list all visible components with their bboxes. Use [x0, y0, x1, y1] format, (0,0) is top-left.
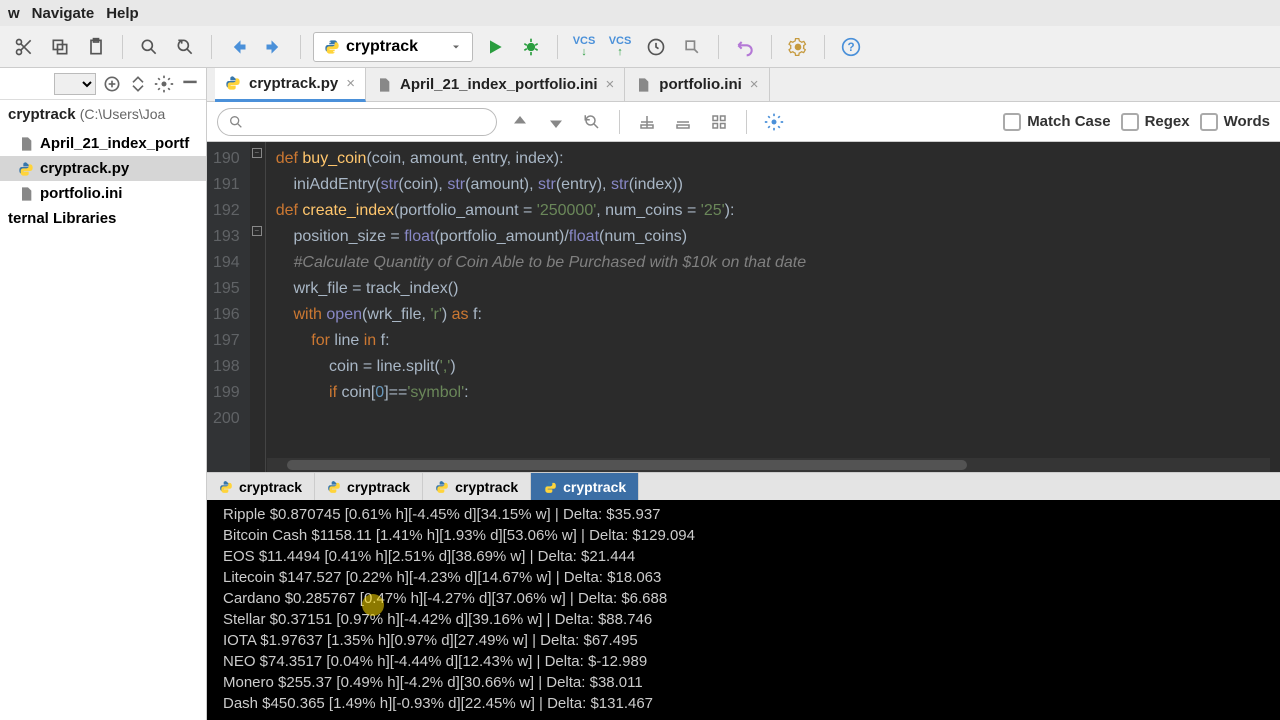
find-input[interactable] — [250, 114, 486, 130]
project-root[interactable]: cryptrack (C:\Users\Joa — [0, 100, 206, 129]
undo-icon[interactable] — [731, 33, 759, 61]
find-in-path-icon[interactable] — [579, 109, 605, 135]
run-config-selector[interactable]: cryptrack — [313, 32, 473, 62]
prev-match-icon[interactable] — [507, 109, 533, 135]
paste-icon[interactable] — [82, 33, 110, 61]
find-input-wrapper — [217, 108, 497, 136]
help-icon[interactable]: ? — [837, 33, 865, 61]
external-libraries[interactable]: ternal Libraries — [0, 206, 206, 231]
tree-item[interactable]: April_21_index_portf — [0, 131, 206, 156]
run-console[interactable]: Ripple $0.870745 [0.61% h][-4.45% d][34.… — [207, 500, 1280, 720]
vcs-history-icon[interactable] — [642, 33, 670, 61]
vcs-revert-icon[interactable] — [678, 33, 706, 61]
tab-cryptrack[interactable]: cryptrack.py × — [215, 68, 366, 102]
menu-window[interactable]: w — [8, 5, 20, 22]
close-icon[interactable]: × — [606, 76, 615, 93]
code-editor[interactable]: 190191192193194195196197198199200 − − de… — [207, 142, 1280, 472]
find-icon[interactable] — [135, 33, 163, 61]
find-settings-icon[interactable] — [761, 109, 787, 135]
vcs-commit-icon[interactable]: VCS↑ — [606, 33, 634, 61]
editor-tabs: cryptrack.py × April_21_index_portfolio.… — [207, 68, 1280, 102]
hide-panel-icon[interactable] — [180, 74, 200, 94]
run-icon[interactable] — [481, 33, 509, 61]
add-selection-icon[interactable] — [634, 109, 660, 135]
match-case-checkbox[interactable]: Match Case — [1003, 113, 1110, 131]
tab-portfolio[interactable]: portfolio.ini × — [625, 68, 769, 102]
tree-item[interactable]: cryptrack.py — [0, 156, 206, 181]
menu-help[interactable]: Help — [106, 5, 139, 22]
find-bar: Match Case Regex Words — [207, 102, 1280, 142]
regex-checkbox[interactable]: Regex — [1121, 113, 1190, 131]
back-icon[interactable] — [224, 33, 252, 61]
search-icon — [228, 114, 244, 130]
project-scope-select[interactable] — [54, 73, 96, 95]
replace-icon[interactable] — [171, 33, 199, 61]
run-tab[interactable]: cryptrack — [207, 473, 315, 500]
menu-bar: w Navigate Help — [0, 0, 1280, 26]
copy-icon[interactable] — [46, 33, 74, 61]
collapse-icon[interactable] — [128, 74, 148, 94]
close-icon[interactable]: × — [750, 76, 759, 93]
main-toolbar: cryptrack VCS↓ VCS↑ ? — [0, 26, 1280, 68]
menu-navigate[interactable]: Navigate — [32, 5, 95, 22]
debug-icon[interactable] — [517, 33, 545, 61]
vcs-update-icon[interactable]: VCS↓ — [570, 33, 598, 61]
editor-hscrollbar[interactable] — [267, 458, 1270, 472]
gear-icon[interactable] — [154, 74, 174, 94]
cut-icon[interactable] — [10, 33, 38, 61]
run-config-label: cryptrack — [346, 38, 418, 56]
expand-icon[interactable] — [102, 74, 122, 94]
project-panel: cryptrack (C:\Users\Joa April_21_index_p… — [0, 68, 207, 720]
settings-icon[interactable] — [784, 33, 812, 61]
project-tree: April_21_index_portf cryptrack.py portfo… — [0, 129, 206, 233]
select-all-icon[interactable] — [706, 109, 732, 135]
close-icon[interactable]: × — [346, 75, 355, 92]
words-checkbox[interactable]: Words — [1200, 113, 1270, 131]
forward-icon[interactable] — [260, 33, 288, 61]
svg-text:?: ? — [847, 41, 854, 54]
project-panel-toolbar — [0, 68, 206, 100]
next-match-icon[interactable] — [543, 109, 569, 135]
run-tab[interactable]: cryptrack — [423, 473, 531, 500]
run-tab[interactable]: cryptrack — [315, 473, 423, 500]
line-gutter: 190191192193194195196197198199200 — [207, 142, 250, 472]
fold-gutter[interactable]: − − — [250, 142, 266, 472]
tab-april21[interactable]: April_21_index_portfolio.ini × — [366, 68, 625, 102]
run-tab[interactable]: cryptrack — [531, 473, 639, 500]
remove-selection-icon[interactable] — [670, 109, 696, 135]
tree-item[interactable]: portfolio.ini — [0, 181, 206, 206]
code-content[interactable]: def buy_coin(coin, amount, entry, index)… — [266, 142, 1280, 472]
chevron-down-icon — [450, 41, 462, 53]
run-tool-tabs: cryptrackcryptrackcryptrackcryptrack — [207, 472, 1280, 500]
